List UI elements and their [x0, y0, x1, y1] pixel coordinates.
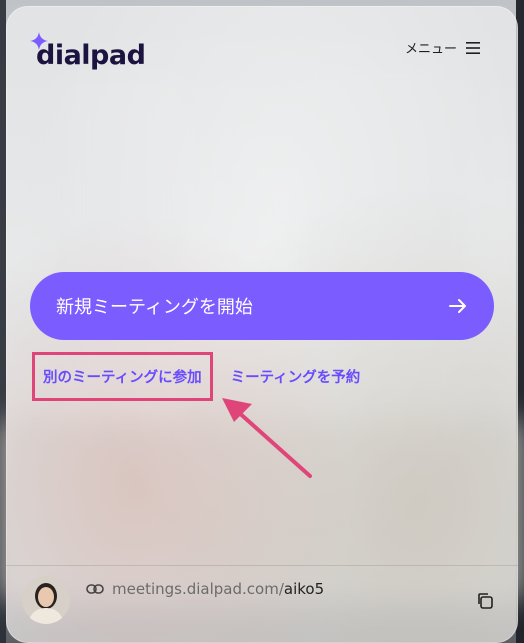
meeting-url-user: aiko5	[283, 580, 325, 598]
logo-wordmark: dialpad	[36, 40, 146, 71]
dialpad-logo: dialpad	[30, 32, 146, 74]
start-meeting-button[interactable]: 新規ミーティングを開始	[30, 272, 494, 340]
avatar	[22, 576, 70, 624]
meeting-launcher-card: dialpad メニュー 新規ミーティングを開始 別のミーティングに参加 ミーテ…	[6, 6, 518, 643]
menu-button[interactable]: メニュー	[405, 38, 480, 57]
menu-label: メニュー	[404, 42, 457, 57]
hamburger-icon	[466, 41, 480, 54]
sparkle-icon	[30, 32, 48, 50]
schedule-meeting-link[interactable]: ミーティングを予約	[231, 366, 361, 387]
meeting-link-footer: meetings.dialpad.com/aiko5	[6, 565, 518, 643]
user-portrait-icon	[22, 576, 70, 624]
meeting-url[interactable]: meetings.dialpad.com/aiko5	[86, 580, 324, 598]
arrow-right-icon	[449, 299, 466, 313]
chain-link-icon	[86, 584, 104, 594]
copy-icon[interactable]	[476, 592, 494, 610]
join-meeting-link[interactable]: 別のミーティングに参加	[32, 352, 213, 401]
annotation-arrow-icon	[222, 398, 312, 478]
start-meeting-label: 新規ミーティングを開始	[56, 297, 253, 318]
meeting-url-base: meetings.dialpad.com/	[112, 580, 284, 598]
